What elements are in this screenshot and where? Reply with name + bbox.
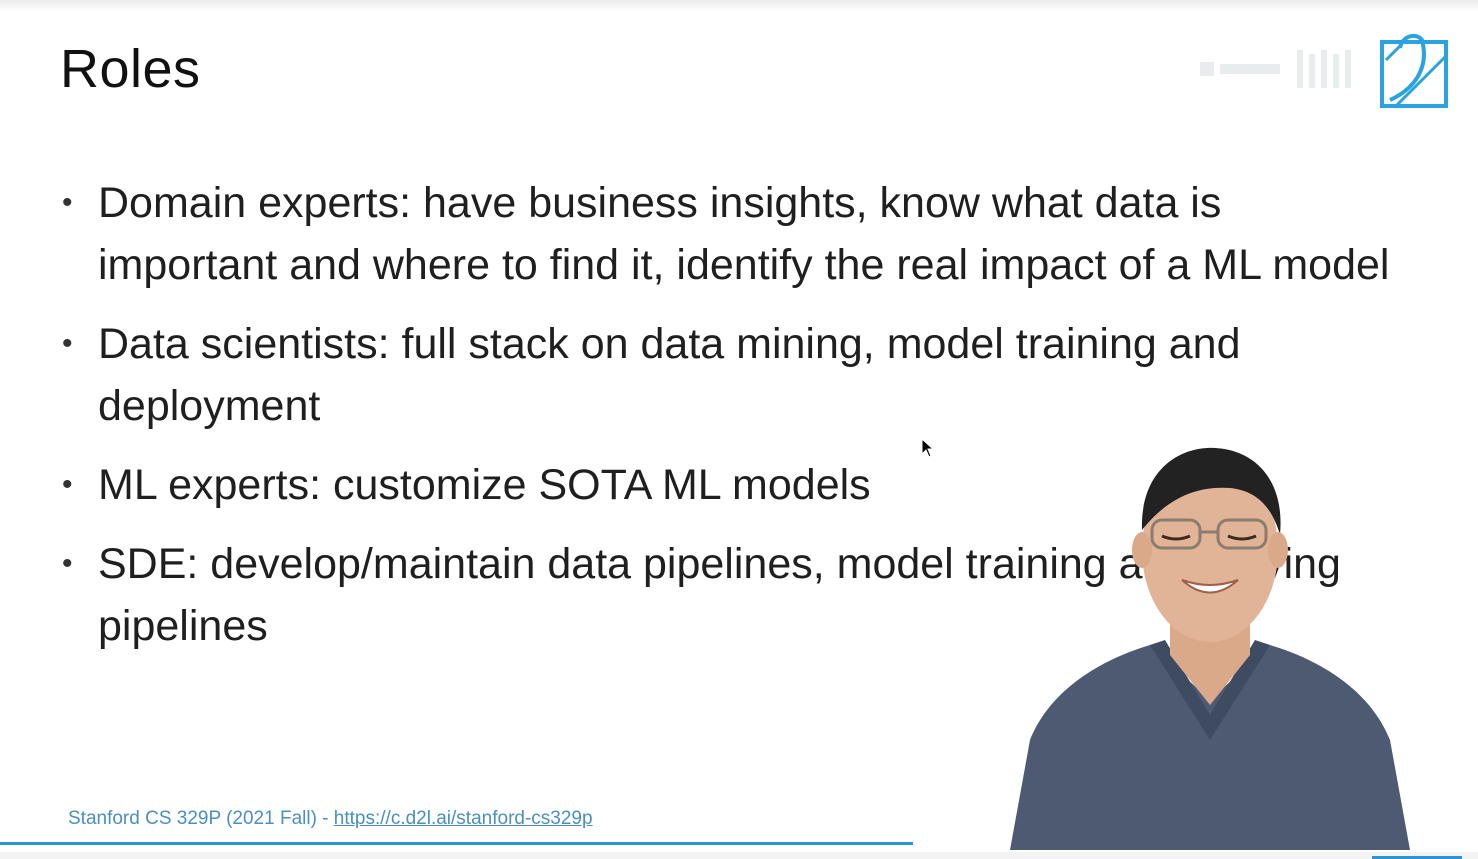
bullet-marker: •	[62, 186, 73, 219]
slide: Roles • Domain experts: have business in…	[0, 0, 1478, 859]
bullet-item-data-scientists: • Data scientists: full stack on data mi…	[60, 313, 1400, 437]
mouse-pointer-icon	[921, 438, 935, 458]
bullet-text: Domain experts: have business insights, …	[98, 179, 1390, 289]
top-edge	[0, 0, 1478, 12]
bottom-edge	[0, 852, 1478, 859]
bullet-marker: •	[62, 468, 73, 501]
course-website-link[interactable]: https://c.d2l.ai/stanford-cs329p	[334, 808, 593, 829]
footer: Stanford CS 329P (2021 Fall) - https://c…	[68, 808, 593, 830]
slide-title: Roles	[60, 39, 201, 99]
bullet-item-domain-experts: • Domain experts: have business insights…	[60, 172, 1400, 296]
d2l-logo-icon	[1380, 33, 1448, 108]
bullet-text: Data scientists: full stack on data mini…	[98, 320, 1241, 430]
footer-course-label: Stanford CS 329P (2021 Fall) -	[68, 808, 334, 829]
bullet-marker: •	[62, 547, 73, 580]
footer-divider	[0, 842, 913, 845]
bullet-text: ML experts: customize SOTA ML models	[98, 461, 871, 509]
bullet-marker: •	[62, 327, 73, 360]
watermark-icon	[1200, 50, 1351, 88]
presenter-video-overlay	[1010, 447, 1410, 850]
